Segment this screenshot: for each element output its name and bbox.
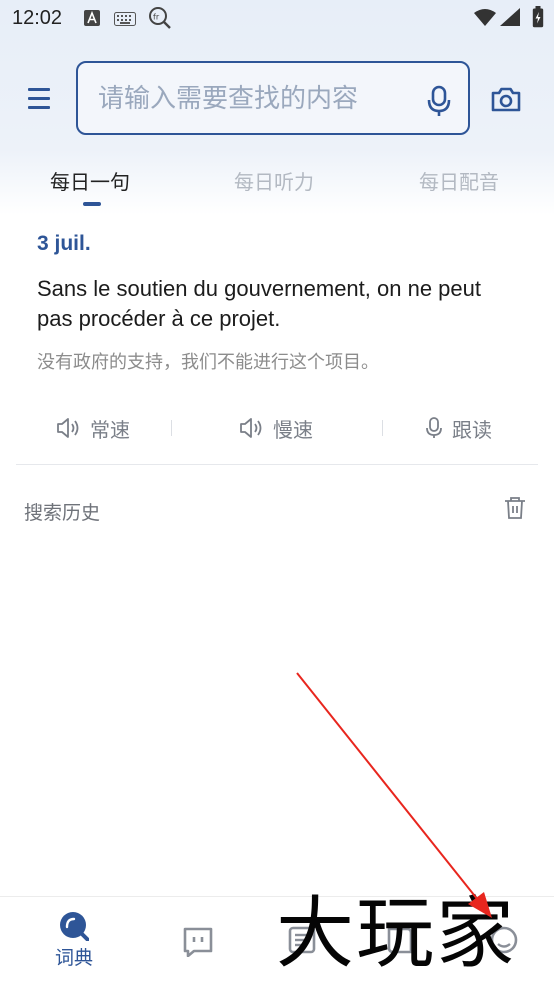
section-divider — [16, 464, 538, 465]
keyboard-icon — [114, 12, 136, 26]
daily-sentence-text[interactable]: Sans le soutien du gouvernement, on ne p… — [37, 274, 517, 334]
camera-icon[interactable] — [490, 85, 522, 113]
search-input[interactable] — [98, 81, 408, 117]
wifi-icon — [474, 9, 496, 26]
search-box[interactable] — [76, 61, 470, 135]
chat-icon — [183, 927, 213, 957]
trash-icon[interactable] — [503, 496, 527, 520]
daily-tabs: 每日一句 每日听力 每日配音 — [0, 160, 554, 210]
battery-icon — [532, 6, 544, 28]
status-bar: 12:02 fr — [0, 0, 554, 40]
nav-chat[interactable] — [168, 925, 228, 984]
tab-daily-sentence[interactable]: 每日一句 — [50, 166, 130, 195]
microphone-icon[interactable] — [426, 85, 452, 117]
speaker-icon — [57, 418, 79, 438]
fr-search-icon: fr — [149, 7, 171, 29]
slow-speed-label: 慢速 — [273, 417, 313, 442]
audio-separator — [382, 420, 383, 436]
normal-speed-button[interactable]: 常速 — [56, 408, 130, 448]
audio-separator — [171, 420, 172, 436]
a-icon — [84, 10, 100, 26]
tab-daily-dubbing[interactable]: 每日配音 — [419, 166, 499, 195]
slow-speed-button[interactable]: 慢速 — [239, 408, 313, 448]
tab-daily-listening[interactable]: 每日听力 — [234, 166, 314, 195]
status-time: 12:02 — [12, 7, 63, 29]
follow-read-button[interactable]: 跟读 — [426, 408, 492, 448]
nav-dictionary-label: 词典 — [54, 947, 93, 969]
speaker-icon — [240, 418, 262, 438]
search-history-title: 搜索历史 — [24, 502, 101, 524]
microphone-icon — [426, 417, 442, 438]
daily-sentence-card: 3 juil. Sans le soutien du gouvernement,… — [37, 232, 517, 374]
signal-icon — [500, 8, 520, 26]
annotation-arrow-overlay — [296, 672, 492, 918]
daily-translation: 没有政府的支持，我们不能进行这个项目。 — [37, 352, 379, 373]
watermark: 大玩家 — [276, 889, 517, 979]
tab-indicator — [83, 202, 101, 206]
menu-icon[interactable] — [26, 86, 54, 112]
svg-text:fr: fr — [153, 13, 160, 22]
normal-speed-label: 常速 — [90, 417, 130, 442]
follow-read-label: 跟读 — [452, 417, 492, 442]
audio-controls: 常速 慢速 跟读 — [0, 408, 554, 448]
nav-dictionary[interactable]: 词典 — [44, 911, 104, 975]
daily-date: 3 juil. — [37, 232, 91, 255]
dictionary-search-icon — [60, 912, 89, 941]
annotation-arrow-shaft — [296, 672, 479, 901]
